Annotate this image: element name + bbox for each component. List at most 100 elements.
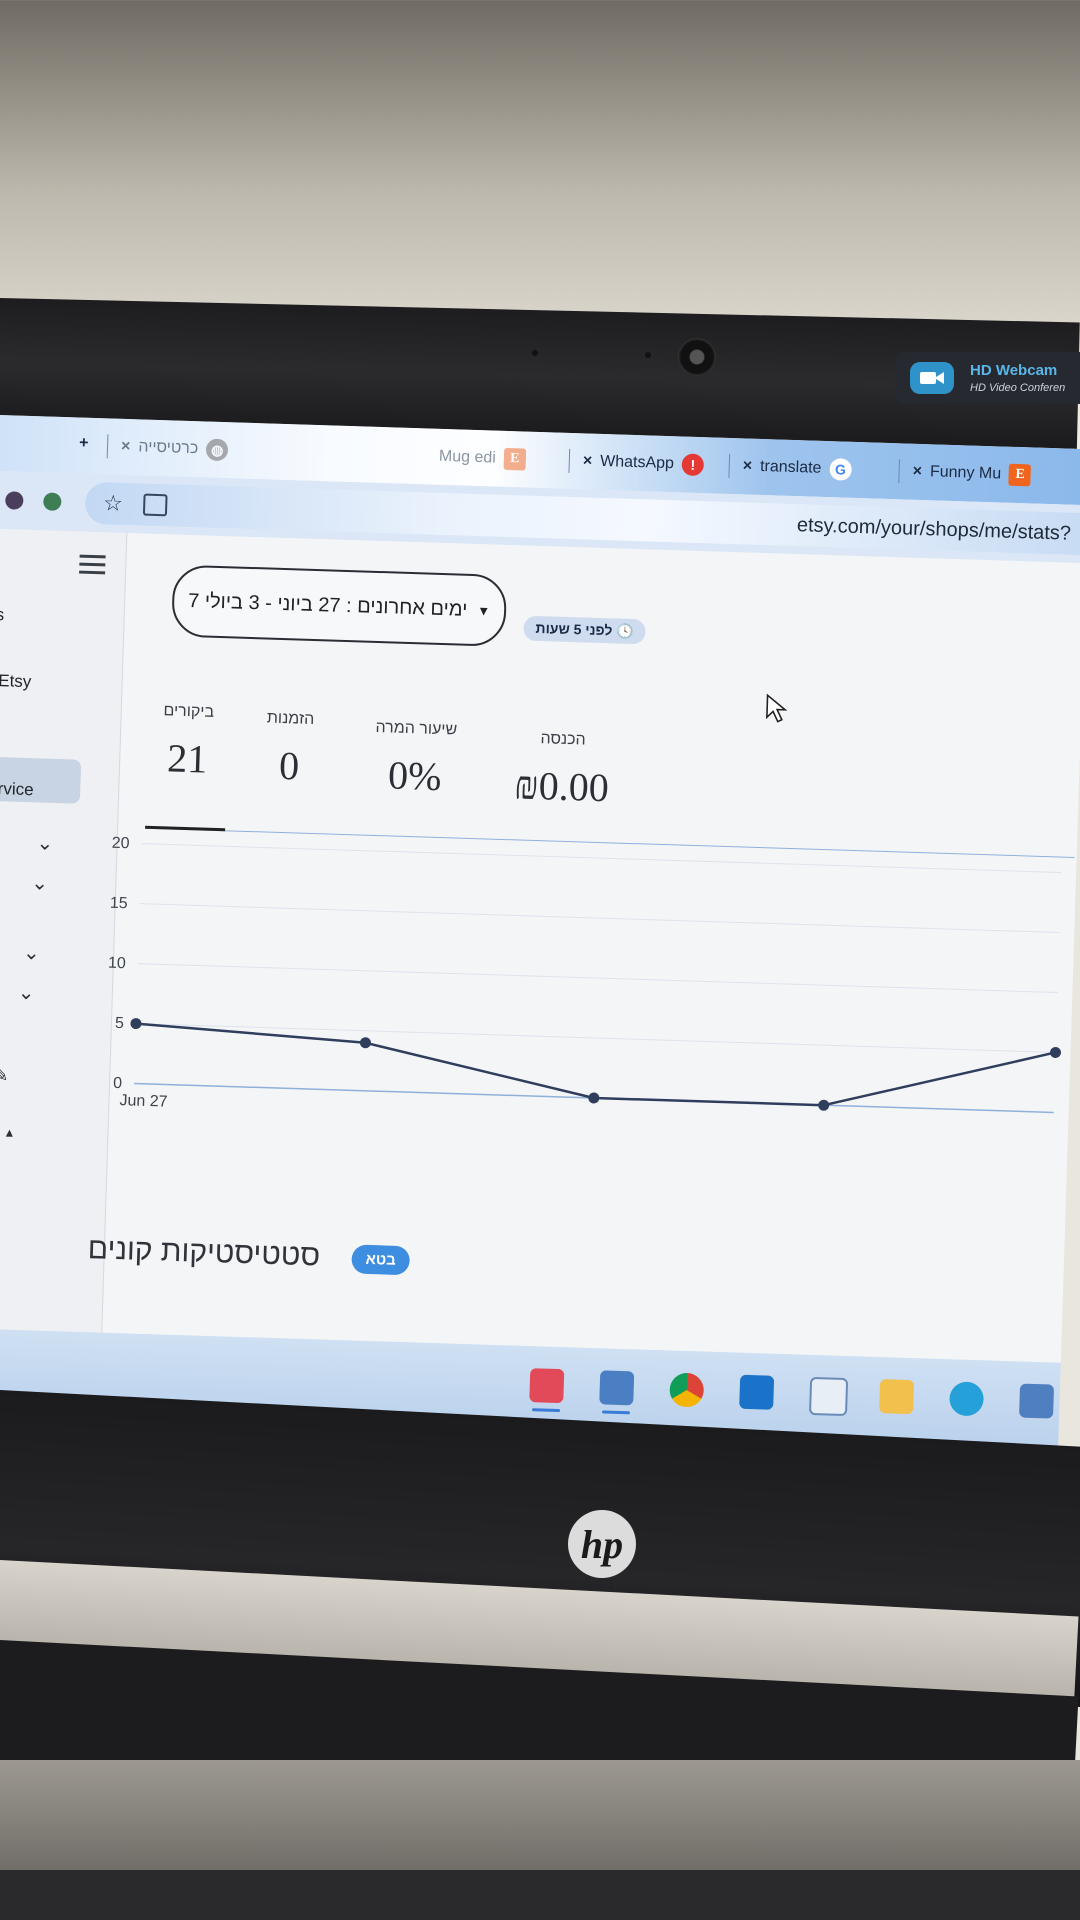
dropdown-arrow-icon: ▼ (477, 602, 491, 618)
series-line-segment (135, 1022, 366, 1045)
chevron-down-icon[interactable]: ⌄ (17, 980, 35, 1006)
globe-icon: ◍ (205, 438, 229, 462)
stat-value: 0 (278, 742, 300, 789)
x-tick-label: Jun 27 (119, 1092, 168, 1111)
outlook-icon[interactable] (739, 1374, 775, 1410)
date-range-dropdown[interactable]: ▼ ימים אחרונים : 27 ביוני - 3 ביולי 7 (171, 564, 508, 647)
close-icon[interactable]: × (583, 452, 593, 470)
bookmark-star-icon[interactable]: ☆ (103, 490, 124, 517)
chevron-down-icon[interactable]: ⌄ (36, 830, 54, 856)
install-app-icon[interactable] (142, 493, 168, 517)
gridline (141, 843, 1062, 874)
video-camera-icon (910, 362, 954, 394)
webcam-title: HD Webcam (970, 362, 1058, 379)
series-line-segment (593, 1096, 824, 1107)
stat-value: 0% (387, 752, 443, 800)
webcam-overlay: HD Webcam HD Video Conferen (896, 352, 1080, 404)
tab-divider (106, 434, 109, 459)
stat-orders[interactable]: הזמנות 0 (248, 709, 330, 790)
last-updated-badge: 🕓 לפני 5 שעות (523, 615, 647, 645)
y-tick-label: 10 (108, 955, 126, 973)
tab-label: כרטיסייה (138, 438, 199, 458)
stat-conversion[interactable]: שיעור המרה 0% (354, 718, 476, 801)
edge-icon[interactable] (949, 1381, 985, 1417)
tab-translate[interactable]: × translate G (742, 455, 852, 481)
clock-icon: 🕓 (616, 622, 635, 640)
beta-badge: בטא (351, 1244, 411, 1276)
stat-value: ₪0.00 (513, 762, 610, 811)
extension-icon[interactable] (43, 492, 62, 511)
stat-label: ביקורים (163, 702, 215, 721)
tab-label: Mug edi (438, 447, 497, 467)
active-indicator (601, 1410, 631, 1415)
chevron-down-icon[interactable]: ⌄ (23, 940, 41, 966)
gridline (135, 1023, 1056, 1053)
visits-line-chart: 0 5 10 15 20 Jun 27 (108, 835, 1062, 1114)
stat-label: הכנסה (540, 730, 586, 749)
stat-value: 21 (166, 735, 208, 782)
etsy-icon: E (503, 447, 527, 471)
tab-whatsapp[interactable]: × WhatsApp ! (582, 450, 705, 477)
stat-revenue[interactable]: הכנסה ₪0.00 (496, 729, 628, 812)
hp-logo: hp (568, 1510, 636, 1578)
gridline (139, 903, 1060, 934)
series-line-segment (365, 1041, 595, 1100)
explorer-icon[interactable] (599, 1370, 635, 1406)
data-point (818, 1099, 830, 1111)
chrome-icon[interactable] (669, 1372, 705, 1408)
pencil-icon[interactable]: ✎ (0, 1065, 9, 1086)
google-icon: G (829, 458, 852, 481)
folder-icon[interactable] (879, 1379, 915, 1415)
tab-label: WhatsApp (599, 452, 675, 473)
stat-visits[interactable]: ביקורים 21 (147, 702, 229, 783)
webcam-lens (678, 338, 716, 376)
data-point (588, 1092, 600, 1104)
sensor-dot (532, 350, 538, 356)
y-tick-label: 20 (112, 835, 130, 853)
tab-divider (568, 448, 571, 473)
tab-divider (728, 453, 731, 478)
tab-label: Funny Mu (929, 463, 1002, 483)
y-tick-label: 15 (110, 895, 128, 913)
series-line-segment (823, 1051, 1056, 1107)
laptop-screen: + × כרטיסייה ◍ Mug edi E × WhatsApp ! × … (0, 415, 1080, 1449)
sidebar-item-label[interactable]: ervice (0, 779, 34, 800)
tab-mug-editor[interactable]: Mug edi E (439, 446, 527, 471)
collapse-arrow-icon[interactable]: ▲ (3, 1125, 15, 1139)
profile-icon[interactable] (5, 491, 24, 510)
buyer-stats-title: סטטיסטיקות קונים (87, 1232, 321, 1273)
stat-label: שיעור המרה (375, 718, 458, 739)
close-icon[interactable]: × (742, 457, 753, 475)
etsy-icon: E (1008, 463, 1032, 487)
sidebar-item-label[interactable]: s (0, 605, 5, 625)
close-icon[interactable]: × (912, 463, 922, 481)
tab-divider (898, 459, 901, 484)
gridline (137, 963, 1058, 993)
store-icon[interactable] (808, 1376, 849, 1417)
tab-funny-mugs[interactable]: × Funny Mu E (912, 461, 1032, 487)
sensor-dot (645, 352, 651, 358)
active-indicator (531, 1408, 561, 1413)
etsy-stats-page: s נEtsy ervice ⌄ ⌄ ⌄ ⌄ ✎ ▲ ▼ ימים אחרוני… (0, 528, 1080, 1364)
y-tick-label: 0 (113, 1075, 123, 1092)
stat-label: הזמנות (266, 709, 315, 729)
data-point (130, 1018, 142, 1030)
chevron-down-icon[interactable]: ⌄ (31, 870, 49, 896)
date-range-label: ימים אחרונים : 27 ביוני - 3 ביולי 7 (187, 589, 468, 621)
data-point (1049, 1046, 1061, 1058)
webcam-subtitle: HD Video Conferen (970, 382, 1066, 394)
news-icon[interactable] (1019, 1383, 1055, 1419)
whatsapp-icon: ! (681, 453, 705, 477)
close-icon[interactable]: × (121, 438, 131, 456)
new-tab-button[interactable]: + (79, 435, 89, 453)
hamburger-menu-icon[interactable] (79, 550, 106, 580)
app-icon[interactable] (529, 1368, 565, 1404)
y-tick-label: 5 (115, 1015, 125, 1032)
background-wall (0, 0, 1080, 300)
selected-stat-underline (145, 825, 226, 832)
sidebar-item-label[interactable]: נEtsy (0, 671, 32, 692)
desk-edge (0, 1870, 1080, 1920)
mouse-cursor-icon (766, 693, 788, 723)
data-point (359, 1037, 371, 1049)
tab-new-tab[interactable]: × כרטיסייה ◍ (121, 436, 229, 462)
